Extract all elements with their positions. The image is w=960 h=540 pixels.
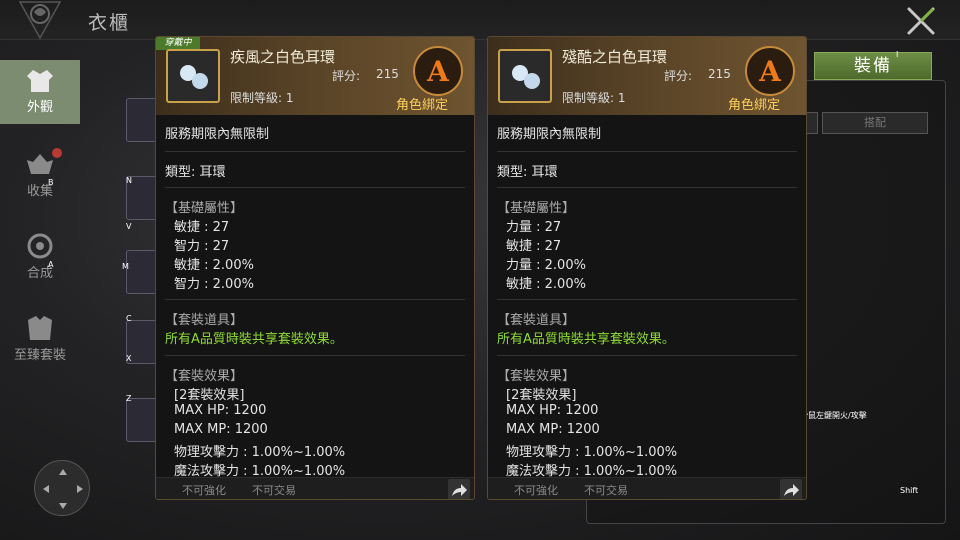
grade-letter: A (758, 55, 782, 88)
premium-set-icon (28, 316, 52, 340)
bind-status: 角色綁定 (396, 98, 449, 113)
divider (497, 355, 797, 356)
divider (165, 299, 465, 300)
item-icon[interactable] (166, 49, 220, 103)
notification-badge (52, 148, 62, 158)
basic-stats-header: 【基礎屬性】 (165, 201, 244, 216)
effect-line: MAX MP: 1200 (506, 422, 600, 437)
item-name: 疾風之白色耳環 (230, 48, 336, 66)
item-tooltip-left: 穿戴中 疾風之白色耳環 評分: 215 限制等級: 1 A 角色綁定 服務期限內… (155, 36, 475, 500)
nav-label: 合成 (26, 266, 53, 281)
nav-item-synthesis[interactable]: 合成 (0, 224, 80, 288)
tooltip-body: 服務期限內無限制 類型: 耳環 【基礎屬性】 力量 : 27 敏捷 : 27 力… (488, 115, 806, 479)
earring-icon (512, 65, 540, 89)
nav-label: 收集 (26, 184, 53, 199)
share-button[interactable] (780, 479, 802, 499)
effect-line: [2套裝效果] (506, 388, 577, 403)
share-arrow-icon (452, 484, 467, 496)
divider (165, 151, 465, 152)
divider (497, 299, 797, 300)
duration-text: 服務期限內無限制 (497, 127, 602, 142)
equip-button[interactable]: 裝備 (814, 52, 932, 80)
nav-item-collection[interactable]: 收集 (0, 144, 80, 208)
effect-line: [2套裝效果] (174, 388, 245, 403)
set-description: 所有A品質時裝共享套裝效果。 (497, 332, 675, 347)
tooltip-body: 服務期限內無限制 類型: 耳環 【基礎屬性】 敏捷 : 27 智力 : 27 敏… (156, 115, 474, 479)
effect-line: MAX HP: 1200 (506, 403, 599, 418)
item-name: 殘酷之白色耳環 (562, 48, 668, 66)
no-upgrade-label: 不可強化 (182, 484, 226, 497)
key-hint-a: A (48, 260, 54, 269)
item-type: 類型: 耳環 (165, 165, 226, 180)
effect-line: MAX MP: 1200 (174, 422, 268, 437)
key-hint-x: X (126, 354, 132, 363)
outfit-icon (27, 70, 53, 92)
close-button[interactable] (904, 4, 938, 38)
share-arrow-icon (784, 484, 799, 496)
effect-line: 物理攻擊力 : 1.00%~1.00% (506, 445, 678, 460)
score-label: 評分: (664, 69, 693, 83)
grade-letter: A (426, 55, 450, 88)
grade-a-icon: A (742, 43, 798, 99)
no-upgrade-label: 不可強化 (514, 484, 558, 497)
stat-line: 智力 : 27 (174, 239, 230, 254)
basic-stats-header: 【基礎屬性】 (497, 201, 576, 216)
earring-icon (180, 65, 208, 89)
effect-line: MAX HP: 1200 (174, 403, 267, 418)
score-value: 215 (708, 67, 731, 81)
grade-a-icon: A (410, 43, 466, 99)
key-hint-n: N (126, 176, 132, 185)
share-button[interactable] (448, 479, 470, 499)
stat-line: 力量 : 27 (506, 220, 562, 235)
level-requirement: 限制等級: 1 (230, 91, 294, 105)
synthesis-icon (27, 233, 53, 259)
set-item-header: 【套裝道具】 (165, 313, 244, 328)
nav-item-premium-set[interactable]: 至臻套裝 (0, 304, 80, 368)
stat-line: 敏捷 : 2.00% (174, 258, 254, 273)
divider (165, 187, 465, 188)
key-hint-c: C (126, 314, 132, 323)
nav-label: 至臻套裝 (13, 348, 66, 363)
set-item-header: 【套裝道具】 (497, 313, 576, 328)
effect-line: 物理攻擊力 : 1.00%~1.00% (174, 445, 346, 460)
key-hint-z: Z (126, 394, 132, 403)
set-effect-header: 【套裝效果】 (165, 369, 244, 384)
key-hint-b: B (48, 178, 54, 187)
page-title: 衣櫃 (88, 12, 131, 34)
top-bar (0, 0, 960, 40)
item-type: 類型: 耳環 (497, 165, 558, 180)
nav-label: 外觀 (26, 100, 53, 115)
key-hint-v: V (126, 222, 132, 231)
level-requirement: 限制等級: 1 (562, 91, 626, 105)
item-tooltip-right: 殘酷之白色耳環 評分: 215 限制等級: 1 A 角色綁定 服務期限內無限制 … (487, 36, 807, 500)
stat-line: 敏捷 : 27 (506, 239, 562, 254)
dragon-logo-icon (14, 0, 66, 40)
stat-line: 敏捷 : 2.00% (506, 277, 586, 292)
attack-hint: 滑鼠左鍵開火/攻擊 (800, 411, 867, 420)
key-hint-m: M (122, 262, 129, 271)
tooltip-footer: 不可強化 不可交易 (488, 477, 806, 499)
dpad-control[interactable] (34, 460, 90, 516)
shift-hint: Shift (900, 486, 919, 495)
key-hint-i: I (896, 50, 899, 59)
item-icon[interactable] (498, 49, 552, 103)
stat-line: 敏捷 : 27 (174, 220, 230, 235)
no-trade-label: 不可交易 (584, 484, 628, 497)
duration-text: 服務期限內無限制 (165, 127, 270, 142)
set-description: 所有A品質時裝共享套裝效果。 (165, 332, 343, 347)
nav-item-outfit[interactable]: 外觀 (0, 60, 80, 124)
bind-status: 角色綁定 (728, 98, 781, 113)
collection-icon (27, 154, 53, 174)
score-label: 評分: (332, 69, 361, 83)
set-effect-header: 【套裝效果】 (497, 369, 576, 384)
tooltip-footer: 不可強化 不可交易 (156, 477, 474, 499)
score-value: 215 (376, 67, 399, 81)
divider (497, 187, 797, 188)
divider (497, 151, 797, 152)
stat-line: 力量 : 2.00% (506, 258, 586, 273)
no-trade-label: 不可交易 (252, 484, 296, 497)
tab-match[interactable]: 搭配 (822, 112, 928, 134)
stat-line: 智力 : 2.00% (174, 277, 254, 292)
divider (165, 355, 465, 356)
